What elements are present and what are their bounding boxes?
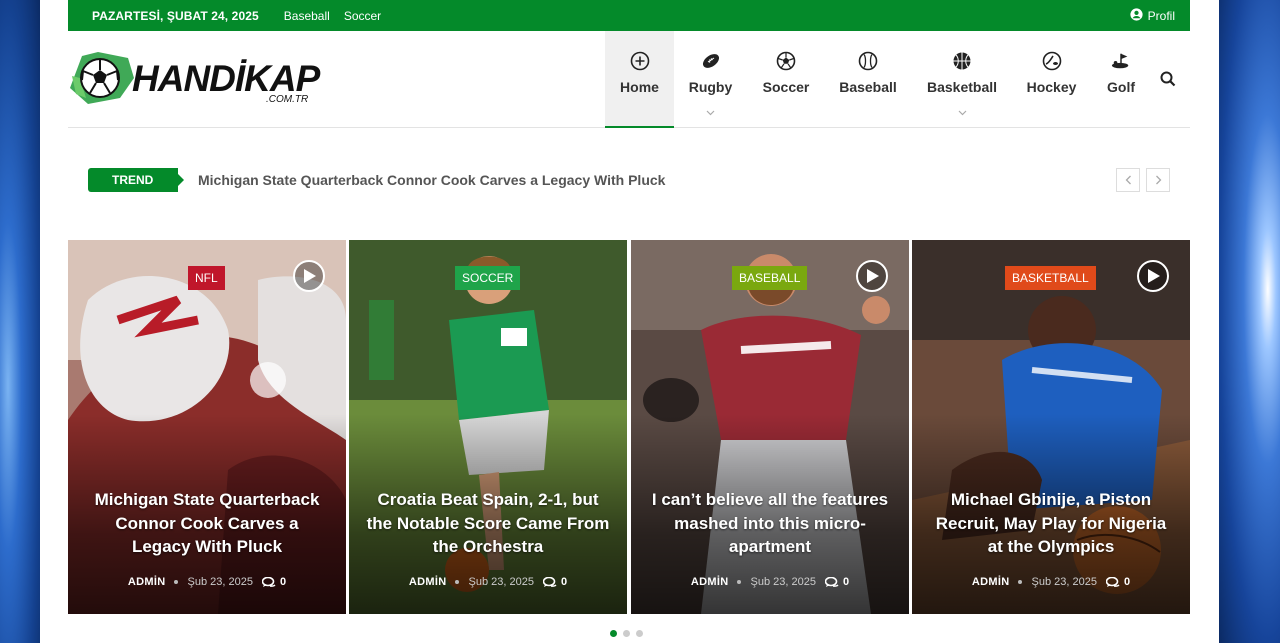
comment-count: 0	[842, 576, 850, 588]
card-author[interactable]: ADMİN	[409, 576, 447, 588]
nav-hockey-label: Hockey	[1026, 79, 1077, 95]
card-date: Şub 23, 2025	[1031, 576, 1097, 588]
basketball-icon	[952, 51, 972, 71]
nav-rugby[interactable]: Rugby	[674, 31, 747, 128]
card-title[interactable]: Michigan State Quarterback Connor Cook C…	[84, 488, 330, 559]
card-title[interactable]: Croatia Beat Spain, 2-1, but the Notable…	[365, 488, 611, 559]
page-container: PAZARTESİ, ŞUBAT 24, 2025 Baseball Socce…	[40, 0, 1219, 643]
nav-soccer[interactable]: Soccer	[747, 31, 825, 128]
top-bar: PAZARTESİ, ŞUBAT 24, 2025 Baseball Socce…	[68, 0, 1190, 31]
chevron-down-icon	[706, 108, 715, 119]
card-author[interactable]: ADMİN	[691, 576, 729, 588]
card-title[interactable]: I can’t believe all the features mashed …	[647, 488, 893, 559]
comment-count: 0	[1123, 576, 1131, 588]
meta-separator	[1018, 580, 1023, 584]
card-comments[interactable]: 0	[542, 576, 568, 588]
card-date: Şub 23, 2025	[468, 576, 534, 588]
nav-baseball-label: Baseball	[839, 79, 897, 95]
category-badge[interactable]: BASKETBALL	[1005, 266, 1096, 290]
search-icon[interactable]	[1160, 71, 1178, 89]
golf-icon	[1111, 51, 1131, 71]
background-left	[0, 0, 40, 643]
card-meta: ADMİN Şub 23, 2025 0	[68, 576, 346, 588]
card-date: Şub 23, 2025	[187, 576, 253, 588]
card-comments[interactable]: 0	[1105, 576, 1131, 588]
trend-headline[interactable]: Michigan State Quarterback Connor Cook C…	[198, 172, 665, 188]
current-date: PAZARTESİ, ŞUBAT 24, 2025	[92, 8, 259, 23]
comments-icon	[824, 576, 839, 587]
comments-icon	[261, 576, 276, 587]
hockey-puck-icon	[1042, 51, 1062, 71]
plus-circle-icon	[630, 51, 650, 71]
card-meta: ADMİN Şub 23, 2025 0	[912, 576, 1190, 588]
card-meta: ADMİN Şub 23, 2025 0	[631, 576, 909, 588]
play-icon	[304, 269, 316, 283]
ticker-next-button[interactable]	[1146, 168, 1170, 192]
comments-icon	[542, 576, 557, 587]
play-icon	[1148, 269, 1160, 283]
featured-slider: NFL Michigan State Quarterback Connor Co…	[68, 240, 1190, 614]
slider-dot[interactable]	[610, 630, 617, 637]
card-author[interactable]: ADMİN	[972, 576, 1010, 588]
meta-separator	[455, 580, 460, 584]
card-comments[interactable]: 0	[824, 576, 850, 588]
user-icon	[1130, 7, 1143, 24]
slider-dot[interactable]	[623, 630, 630, 637]
slider-dot[interactable]	[636, 630, 643, 637]
chevron-down-icon	[958, 108, 967, 119]
soccer-ball-icon	[776, 51, 796, 71]
featured-card[interactable]: SOCCER Croatia Beat Spain, 2-1, but the …	[349, 240, 627, 614]
featured-card[interactable]: NFL Michigan State Quarterback Connor Co…	[68, 240, 346, 614]
comment-count: 0	[279, 576, 287, 588]
top-link-baseball[interactable]: Baseball	[284, 9, 330, 23]
profile-label: Profil	[1147, 8, 1175, 23]
trend-ticker: TREND Michigan State Quarterback Connor …	[88, 168, 1170, 192]
nav-soccer-label: Soccer	[762, 79, 810, 95]
trend-badge: TREND	[88, 168, 184, 192]
site-header: HANDİKAP .COM.TR Home Rugby Soccer Baseb…	[68, 31, 1190, 128]
baseball-icon	[858, 51, 878, 71]
nav-home-label: Home	[620, 79, 659, 95]
slider-pagination	[610, 630, 643, 637]
card-author[interactable]: ADMİN	[128, 576, 166, 588]
profile-link[interactable]: Profil	[1130, 7, 1175, 24]
card-date: Şub 23, 2025	[750, 576, 816, 588]
ticker-prev-button[interactable]	[1116, 168, 1140, 192]
chevron-right-icon	[1155, 175, 1161, 185]
card-meta: ADMİN Şub 23, 2025 0	[349, 576, 627, 588]
chevron-left-icon	[1125, 175, 1131, 185]
site-logo[interactable]: HANDİKAP .COM.TR	[68, 48, 320, 108]
background-right	[1219, 0, 1280, 643]
play-icon	[867, 269, 879, 283]
rugby-ball-icon	[701, 51, 721, 71]
category-badge[interactable]: SOCCER	[455, 266, 521, 290]
featured-card[interactable]: BASEBALL I can’t believe all the feature…	[631, 240, 909, 614]
play-button[interactable]	[856, 260, 888, 292]
meta-separator	[737, 580, 742, 584]
top-link-soccer[interactable]: Soccer	[344, 9, 381, 23]
play-button[interactable]	[293, 260, 325, 292]
nav-hockey[interactable]: Hockey	[1013, 31, 1090, 128]
card-title[interactable]: Michael Gbinije, a Piston Recruit, May P…	[928, 488, 1174, 559]
nav-golf-label: Golf	[1107, 79, 1135, 95]
nav-baseball[interactable]: Baseball	[825, 31, 911, 128]
main-nav: Home Rugby Soccer Baseball Basketball Ho…	[605, 31, 1152, 128]
meta-separator	[174, 580, 179, 584]
category-badge[interactable]: BASEBALL	[732, 266, 808, 290]
nav-golf[interactable]: Golf	[1090, 31, 1152, 128]
soccer-ball-logo-icon	[70, 52, 134, 104]
nav-basketball-label: Basketball	[926, 79, 998, 95]
nav-home[interactable]: Home	[605, 31, 674, 128]
card-comments[interactable]: 0	[261, 576, 287, 588]
nav-basketball[interactable]: Basketball	[911, 31, 1013, 128]
logo-domain: .COM.TR	[266, 94, 309, 105]
featured-card[interactable]: BASKETBALL Michael Gbinije, a Piston Rec…	[912, 240, 1190, 614]
category-badge[interactable]: NFL	[188, 266, 225, 290]
comment-count: 0	[560, 576, 568, 588]
play-button[interactable]	[1137, 260, 1169, 292]
comments-icon	[1105, 576, 1120, 587]
nav-rugby-label: Rugby	[688, 79, 733, 95]
